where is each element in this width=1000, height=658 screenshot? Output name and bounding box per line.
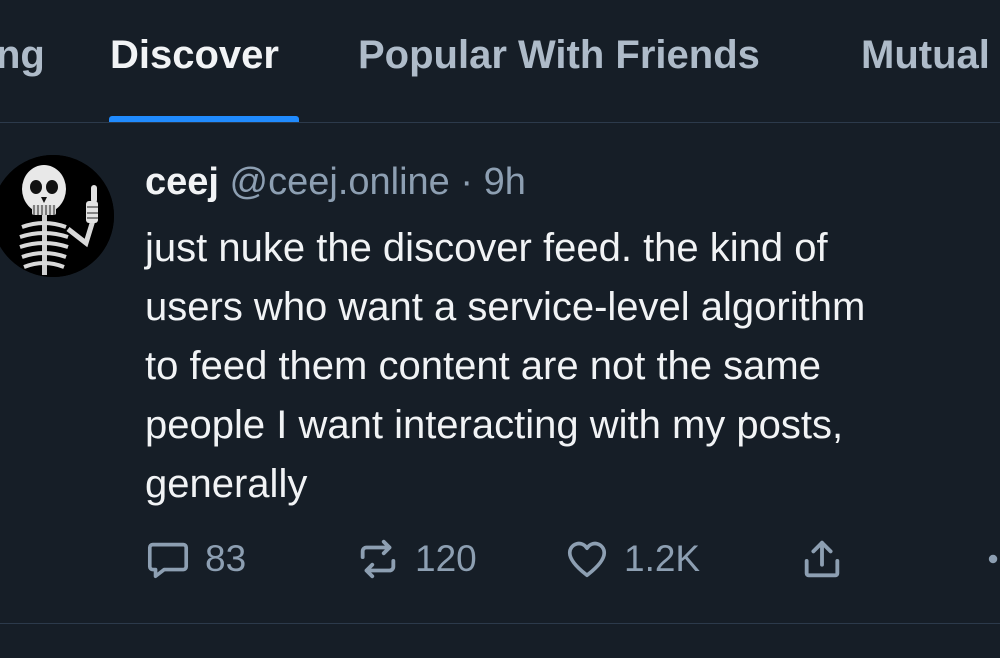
repost-button[interactable]: 120 bbox=[355, 531, 477, 587]
post-text-line: generally bbox=[145, 462, 308, 506]
like-count: 1.2K bbox=[624, 538, 701, 579]
author-handle[interactable]: @ceej.online bbox=[230, 161, 450, 203]
repost-count: 120 bbox=[415, 538, 477, 579]
separator-dot: · bbox=[460, 161, 474, 203]
tab-mutuals[interactable]: Mutual bbox=[861, 30, 990, 80]
tab-discover[interactable]: Discover bbox=[110, 30, 279, 80]
more-options-button[interactable] bbox=[983, 531, 1000, 587]
post-text-line: to feed them content are not the same bbox=[145, 344, 821, 388]
divider bbox=[0, 623, 1000, 624]
reply-button[interactable]: 83 bbox=[145, 531, 246, 587]
post-header: ceej @ceej.online · 9h bbox=[145, 156, 526, 208]
post-text-line: just nuke the discover feed. the kind of bbox=[145, 226, 828, 270]
post-timestamp[interactable]: 9h bbox=[484, 161, 526, 203]
author-name[interactable]: ceej bbox=[145, 161, 219, 203]
post-text: just nuke the discover feed. the kind of… bbox=[145, 219, 1000, 514]
share-icon bbox=[804, 540, 840, 578]
share-button[interactable] bbox=[799, 531, 845, 587]
reply-count: 83 bbox=[205, 538, 247, 579]
skeleton-thumbs-up-image bbox=[0, 155, 114, 277]
avatar[interactable] bbox=[0, 155, 114, 277]
active-tab-indicator bbox=[109, 116, 299, 122]
post-text-line: people I want interacting with my posts, bbox=[145, 403, 844, 447]
post-text-line: users who want a service-level algorithm bbox=[145, 285, 866, 329]
heart-icon bbox=[567, 541, 607, 578]
reply-bubble-icon bbox=[147, 542, 189, 579]
feed-tab-bar: ng Discover Popular With Friends Mutual bbox=[0, 0, 1000, 123]
more-dots-icon bbox=[988, 554, 998, 564]
repost-icon bbox=[360, 539, 396, 579]
post-actions: 83 120 1.2K bbox=[145, 531, 1000, 587]
tab-following[interactable]: ng bbox=[0, 30, 45, 80]
feed-post[interactable]: ceej @ceej.online · 9h just nuke the dis… bbox=[0, 123, 1000, 623]
tab-popular-with-friends[interactable]: Popular With Friends bbox=[358, 30, 760, 80]
like-button[interactable]: 1.2K bbox=[564, 531, 700, 587]
